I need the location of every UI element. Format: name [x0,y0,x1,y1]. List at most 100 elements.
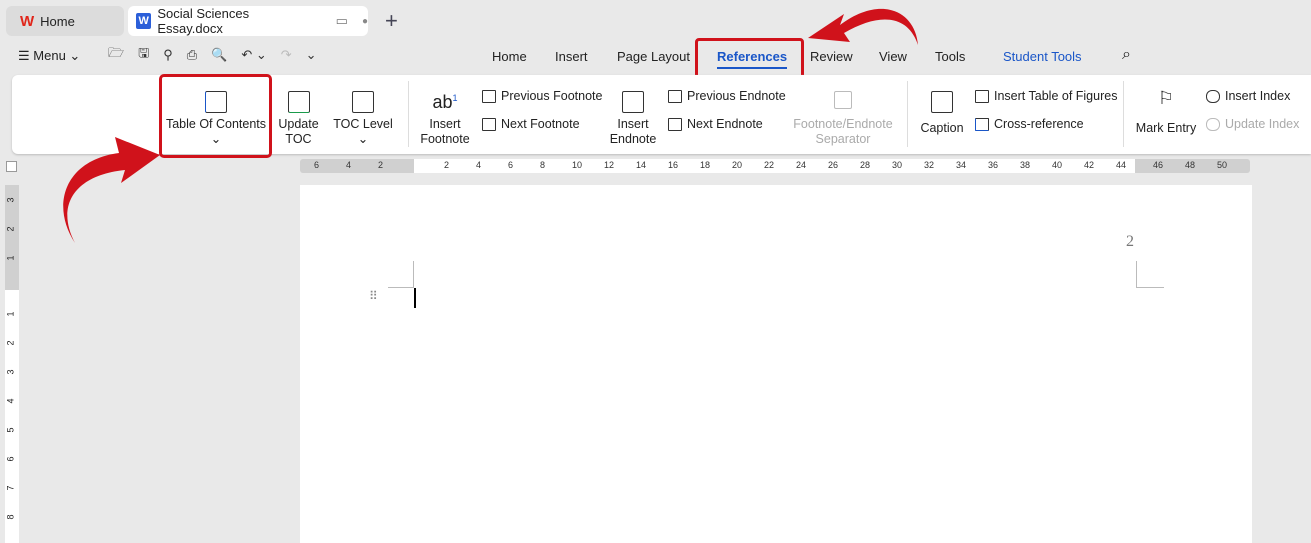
mark-entry-button[interactable]: ⚐ Mark Entry [1134,88,1198,136]
undo-icon[interactable]: ↶ ⌄ [241,47,266,63]
ruler-number: 34 [956,160,967,170]
arrow-to-toc [63,137,160,243]
insert-endnote-label-2: Endnote [609,132,657,146]
ruler-number: 16 [668,160,679,170]
previous-footnote-button[interactable]: Previous Footnote [482,89,602,103]
ruler-number: 30 [892,160,903,170]
tab-home[interactable]: W Home [6,6,124,36]
nav-insert[interactable]: Insert [555,49,588,64]
drag-handle-icon[interactable]: ⠿ [369,289,378,303]
monitor-icon[interactable]: ▭ [336,13,348,29]
separator-icon [834,91,852,109]
mark-entry-label: Mark Entry [1135,121,1197,135]
toc-level-button[interactable]: TOC Level ⌄ [330,91,396,147]
caption-button[interactable]: Caption [916,91,968,136]
vertical-ruler[interactable]: 3 2 1 1 2 3 4 5 6 7 8 [5,185,19,543]
previous-endnote-icon [668,89,682,103]
horizontal-ruler[interactable]: 6 4 2 2 4 6 8 10 12 14 16 18 20 22 24 26 28 30 32 34 36 38 40 4… [300,159,1250,173]
next-footnote-icon [482,117,496,131]
more-icon[interactable]: ⌄ [306,47,317,63]
share-icon[interactable]: ⚲ [163,47,173,63]
tab-home-label: Home [40,13,75,29]
next-footnote-button[interactable]: Next Footnote [482,117,580,131]
insert-index-button[interactable]: Insert Index [1206,89,1290,103]
ruler-number: 4 [346,160,352,170]
update-index-icon [1206,117,1220,131]
cross-reference-label: Cross-reference [994,117,1084,131]
insert-table-of-figures-button[interactable]: Insert Table of Figures [975,89,1117,103]
ruler-number: 44 [1116,160,1127,170]
tab-document-label: Social Sciences Essay.docx [157,6,250,36]
ruler-number: 7 [5,485,16,491]
insert-endnote-label-1: Insert [617,117,649,131]
toc-level-label: TOC Level [333,117,393,131]
table-of-figures-icon [975,89,989,103]
ruler-number: 20 [732,160,743,170]
ruler-number: 24 [796,160,807,170]
ruler-number: 42 [1084,160,1095,170]
nav-tools[interactable]: Tools [935,49,965,64]
previous-footnote-icon [482,89,496,103]
caption-label: Caption [920,121,964,135]
ruler-number: 2 [378,160,384,170]
toc-highlight-box [159,74,272,158]
next-endnote-label: Next Endnote [687,117,763,131]
ruler-number: 32 [924,160,935,170]
update-index-button[interactable]: Update Index [1206,117,1299,131]
open-icon[interactable]: 🗁 [108,44,124,66]
next-endnote-button[interactable]: Next Endnote [668,117,763,131]
ruler-corner [6,161,17,172]
ruler-number: 14 [636,160,647,170]
nav-student-tools[interactable]: Student Tools [1003,49,1082,64]
insert-index-icon [1206,89,1220,103]
previous-footnote-label: Previous Footnote [501,89,603,103]
mark-entry-icon: ⚐ [1157,88,1175,108]
unsaved-dot-icon: ● [361,15,368,27]
ruler-number: 4 [476,160,482,170]
search-icon[interactable]: ⌕ [1122,46,1131,64]
ruler-number: 12 [604,160,615,170]
footnote-endnote-separator-button[interactable]: Footnote/Endnote Separator [788,91,898,147]
ruler-number: 6 [508,160,514,170]
update-toc-label-2: TOC [285,132,312,146]
document-page[interactable]: 2 ⠿ [300,185,1252,543]
insert-footnote-label-1: Insert [429,117,461,131]
update-toc-icon [287,91,310,113]
ruler-number: 6 [5,456,16,462]
menu-button[interactable]: ☰ Menu ⌄ [18,48,80,64]
arrow-to-references [808,8,918,45]
wps-logo-icon: W [20,12,35,30]
ruler-number: 3 [5,197,16,203]
margin-mark-left [388,261,414,288]
insert-footnote-label-2: Footnote [420,132,470,146]
ruler-number: 1 [5,311,16,317]
endnote-icon [622,91,644,113]
ruler-number: 2 [444,160,450,170]
insert-footnote-button[interactable]: ab1 Insert Footnote [416,91,474,147]
caption-icon [931,91,953,113]
ruler-number: 2 [5,226,16,232]
menu-label: Menu [33,48,66,63]
insert-index-label: Insert Index [1225,89,1291,103]
ruler-number: 8 [540,160,546,170]
insert-endnote-button[interactable]: Insert Endnote [604,91,662,147]
redo-icon[interactable]: ↷ [281,47,292,63]
ruler-number: 18 [700,160,711,170]
nav-home[interactable]: Home [492,49,527,64]
writer-icon: W [136,13,152,29]
ruler-number: 22 [764,160,775,170]
nav-page-layout[interactable]: Page Layout [617,49,690,64]
update-toc-button[interactable]: Update TOC [276,91,321,147]
print-preview-icon[interactable]: 🔍 [211,47,227,63]
update-index-label: Update Index [1225,117,1300,131]
cross-reference-button[interactable]: Cross-reference [975,117,1084,131]
ruler-number: 38 [1020,160,1031,170]
print-icon[interactable]: ⎙ [187,47,197,63]
save-icon[interactable]: 🖫 [138,44,149,66]
previous-endnote-button[interactable]: Previous Endnote [668,89,786,103]
tab-document[interactable]: W Social Sciences Essay.docx ▭ ● [128,6,368,36]
next-footnote-label: Next Footnote [501,117,580,131]
ruler-number: 26 [828,160,839,170]
new-tab-button[interactable]: + [385,8,398,34]
ruler-number: 48 [1185,160,1196,170]
